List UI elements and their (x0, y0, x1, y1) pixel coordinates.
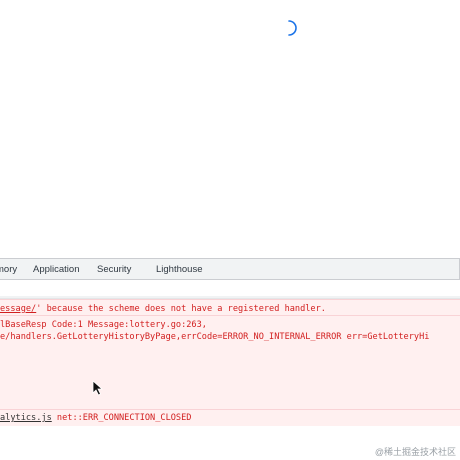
console-source-link[interactable]: alytics.js (0, 413, 52, 423)
tab-application[interactable]: Application (33, 259, 79, 280)
watermark: @稀土掘金技术社区 (374, 447, 456, 457)
devtools-tabbar: mory Application Security Lighthouse (0, 258, 460, 281)
tab-lighthouse[interactable]: Lighthouse (156, 259, 202, 280)
console-source-link[interactable]: essage/ (0, 304, 36, 314)
console-message-line: lBaseResp Code:1 Message:lottery.go:263, (0, 320, 207, 330)
browser-window: mory Application Security Lighthouse ess… (0, 0, 460, 460)
console-message-error[interactable]: lBaseResp Code:1 Message:lottery.go:263,… (0, 315, 460, 409)
tab-security[interactable]: Security (97, 259, 131, 280)
page-viewport (0, 0, 460, 258)
console-toolbar-area (0, 280, 460, 296)
mouse-pointer-icon (92, 380, 104, 396)
console-message-line: e/handlers.GetLotteryHistoryByPage,errCo… (0, 332, 430, 342)
console-message-error[interactable]: alytics.js net::ERR_CONNECTION_CLOSED (0, 409, 460, 426)
console-message-error[interactable]: essage/' because the scheme does not hav… (0, 299, 460, 315)
devtools-panel: mory Application Security Lighthouse ess… (0, 258, 460, 460)
loading-spinner-icon (288, 20, 297, 36)
console-message-text: net::ERR_CONNECTION_CLOSED (51, 413, 192, 423)
tab-memory[interactable]: mory (0, 259, 17, 280)
console-message-text: ' because the scheme does not have a reg… (36, 304, 326, 314)
console-message-line: alytics.js net::ERR_CONNECTION_CLOSED (0, 412, 191, 424)
console-message-line: essage/' because the scheme does not hav… (0, 303, 326, 315)
